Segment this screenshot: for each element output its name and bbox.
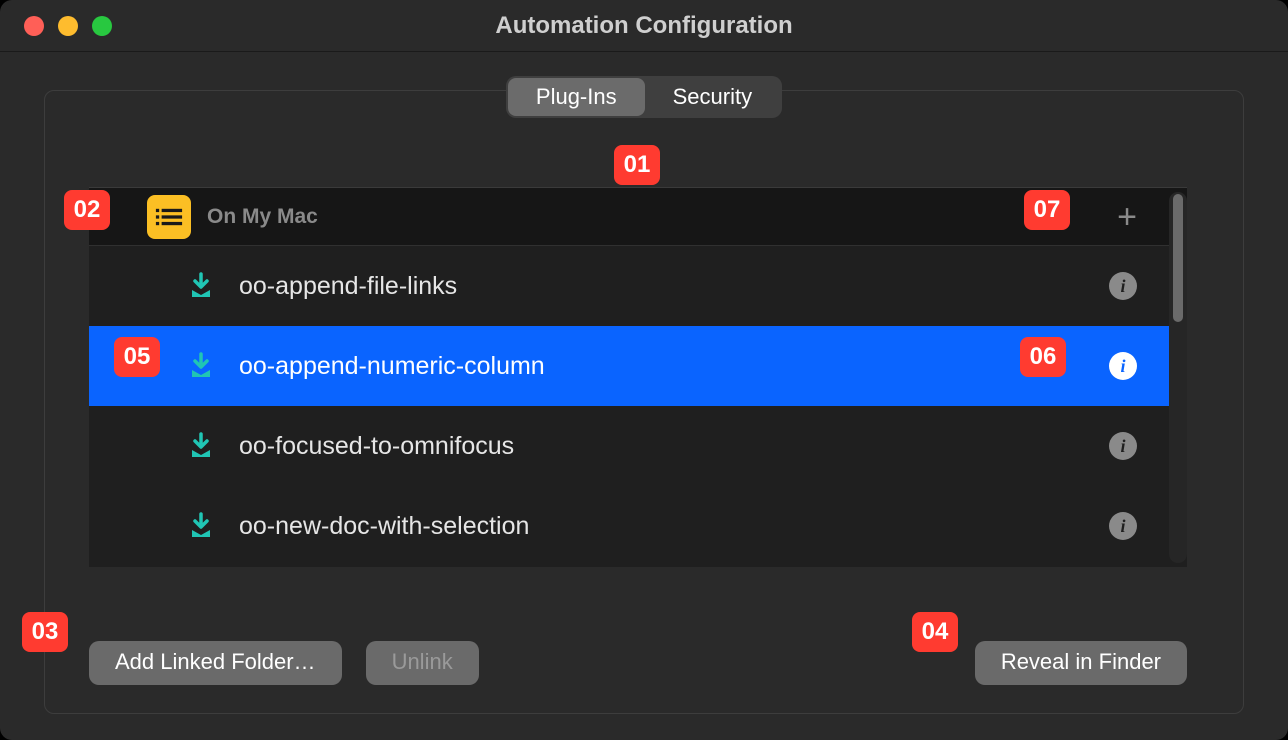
annotation-badge: 07	[1024, 190, 1070, 230]
tabs-bar: Plug-Ins Security	[0, 76, 1288, 118]
plugin-icon	[189, 512, 213, 540]
minimize-window-button[interactable]	[58, 16, 78, 36]
plugin-icon	[189, 432, 213, 460]
info-icon[interactable]: i	[1109, 432, 1137, 460]
scrollbar-thumb[interactable]	[1173, 194, 1183, 322]
location-icon	[147, 195, 191, 239]
plugin-name: oo-new-doc-with-selection	[239, 512, 1083, 541]
window: Automation Configuration	[0, 0, 1288, 740]
tab-plugins[interactable]: Plug-Ins	[508, 78, 645, 116]
plugin-name: oo-append-file-links	[239, 272, 1083, 301]
traffic-lights	[0, 16, 112, 36]
plugin-section-title: On My Mac	[207, 205, 318, 229]
tab-group: Plug-Ins Security	[506, 76, 782, 118]
plugin-icon	[189, 352, 213, 380]
close-window-button[interactable]	[24, 16, 44, 36]
tab-security[interactable]: Security	[645, 78, 780, 116]
plugin-name: oo-focused-to-omnifocus	[239, 432, 1083, 461]
plugin-section-header[interactable]: On My Mac +	[89, 188, 1187, 246]
info-icon[interactable]: i	[1109, 512, 1137, 540]
button-row: Add Linked Folder… Unlink Reveal in Find…	[89, 641, 1187, 685]
annotation-badge: 06	[1020, 337, 1066, 377]
plugin-name: oo-append-numeric-column	[239, 352, 1083, 381]
annotation-badge: 02	[64, 190, 110, 230]
zoom-window-button[interactable]	[92, 16, 112, 36]
plugin-icon	[189, 272, 213, 300]
plugin-list: On My Mac + oo-append-file-links i	[89, 187, 1187, 567]
plugin-row[interactable]: oo-append-file-links i	[89, 246, 1187, 326]
plugin-row[interactable]: oo-focused-to-omnifocus i	[89, 406, 1187, 486]
annotation-badge: 04	[912, 612, 958, 652]
info-icon[interactable]: i	[1109, 352, 1137, 380]
annotation-badge: 05	[114, 337, 160, 377]
reveal-in-finder-button[interactable]: Reveal in Finder	[975, 641, 1187, 685]
plugin-row[interactable]: oo-new-doc-with-selection i	[89, 486, 1187, 566]
annotation-badge: 03	[22, 612, 68, 652]
scrollbar[interactable]	[1169, 192, 1187, 563]
unlink-button[interactable]: Unlink	[366, 641, 479, 685]
titlebar: Automation Configuration	[0, 0, 1288, 52]
window-title: Automation Configuration	[0, 12, 1288, 40]
add-linked-folder-button[interactable]: Add Linked Folder…	[89, 641, 342, 685]
add-plugin-button[interactable]: +	[1117, 200, 1137, 234]
info-icon[interactable]: i	[1109, 272, 1137, 300]
annotation-badge: 01	[614, 145, 660, 185]
